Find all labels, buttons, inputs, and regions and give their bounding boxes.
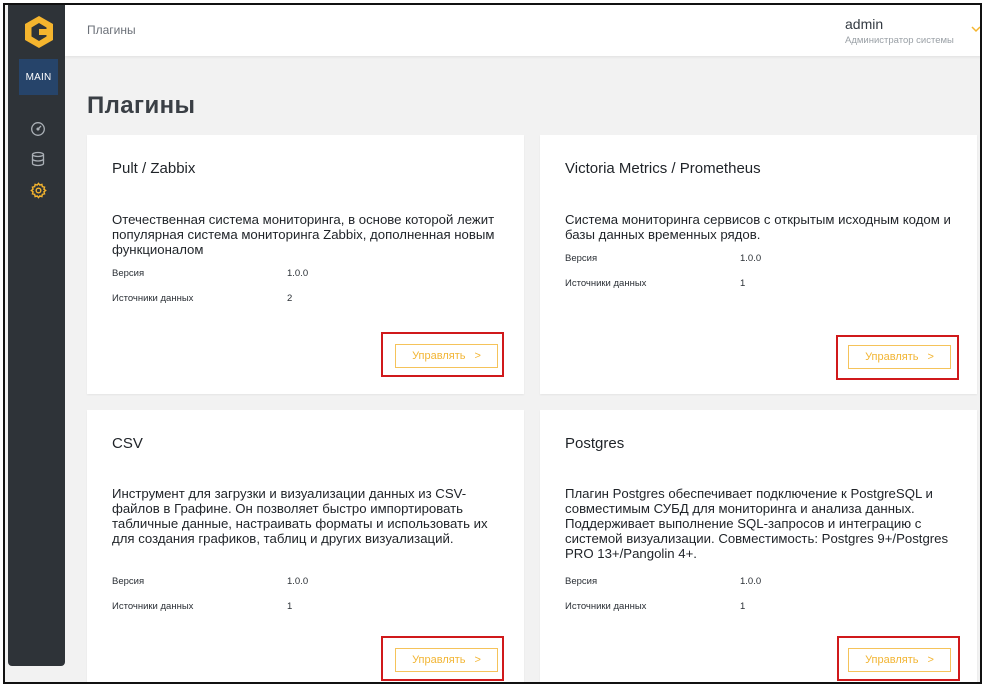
manage-button[interactable]: Управлять > xyxy=(848,648,951,672)
manage-button-label: Управлять xyxy=(412,654,466,666)
gear-icon[interactable] xyxy=(29,181,47,199)
sidebar: MAIN xyxy=(8,5,65,666)
database-icon[interactable] xyxy=(29,150,47,168)
version-label: Версия xyxy=(112,576,145,587)
sources-label: Источники данных xyxy=(112,601,194,612)
plugin-card-description: Система мониторинга сервисов с открытым … xyxy=(565,212,951,242)
manage-button-label: Управлять xyxy=(412,350,466,362)
chevron-right-icon: > xyxy=(927,654,934,666)
user-role: Администратор системы xyxy=(845,35,954,46)
plugin-card-description: Отечественная система мониторинга, в осн… xyxy=(112,212,495,257)
version-value: 1.0.0 xyxy=(740,576,762,587)
plugin-card-title: CSV xyxy=(112,435,143,452)
plugin-card-postgres: Postgres Плагин Postgres обеспечивает по… xyxy=(540,410,977,682)
version-label: Версия xyxy=(565,253,598,264)
sources-label: Источники данных xyxy=(565,278,647,289)
manage-button[interactable]: Управлять > xyxy=(848,345,951,369)
plugin-card-title: Postgres xyxy=(565,435,625,452)
version-value: 1.0.0 xyxy=(287,268,309,279)
user-name[interactable]: admin xyxy=(845,16,883,32)
sources-value: 2 xyxy=(287,293,293,304)
manage-button[interactable]: Управлять > xyxy=(395,648,498,672)
plugin-card-victoria-metrics: Victoria Metrics / Prometheus Система мо… xyxy=(540,135,977,394)
sources-value: 1 xyxy=(740,601,746,612)
app-window: MAIN Плагины admin Администратор системы… xyxy=(3,3,982,684)
plugin-card-title: Pult / Zabbix xyxy=(112,160,196,177)
manage-button-label: Управлять xyxy=(865,654,919,666)
sources-label: Источники данных xyxy=(565,601,647,612)
manage-button-label: Управлять xyxy=(865,351,919,363)
page-title: Плагины xyxy=(87,92,196,119)
plugin-card-csv: CSV Инструмент для загрузки и визуализац… xyxy=(87,410,524,682)
plugin-card-title: Victoria Metrics / Prometheus xyxy=(565,160,761,177)
dashboard-gauge-icon[interactable] xyxy=(29,120,47,138)
chevron-right-icon: > xyxy=(474,350,481,362)
version-value: 1.0.0 xyxy=(287,576,309,587)
version-label: Версия xyxy=(565,576,598,587)
plugin-card-pult-zabbix: Pult / Zabbix Отечественная система мони… xyxy=(87,135,524,394)
plugin-card-description: Плагин Postgres обеспечивает подключение… xyxy=(565,486,949,561)
sources-label: Источники данных xyxy=(112,293,194,304)
manage-button[interactable]: Управлять > xyxy=(395,344,498,368)
sources-value: 1 xyxy=(740,278,746,289)
chevron-right-icon: > xyxy=(474,654,481,666)
main-section-tag[interactable]: MAIN xyxy=(19,59,58,95)
chevron-right-icon: > xyxy=(927,351,934,363)
chevron-down-icon[interactable] xyxy=(970,22,980,34)
version-label: Версия xyxy=(112,268,145,279)
app-logo-icon[interactable] xyxy=(22,15,56,49)
plugin-card-description: Инструмент для загрузки и визуализации д… xyxy=(112,486,488,546)
breadcrumb[interactable]: Плагины xyxy=(87,23,136,37)
version-value: 1.0.0 xyxy=(740,253,762,264)
sources-value: 1 xyxy=(287,601,293,612)
top-bar: Плагины admin Администратор системы xyxy=(65,5,980,56)
